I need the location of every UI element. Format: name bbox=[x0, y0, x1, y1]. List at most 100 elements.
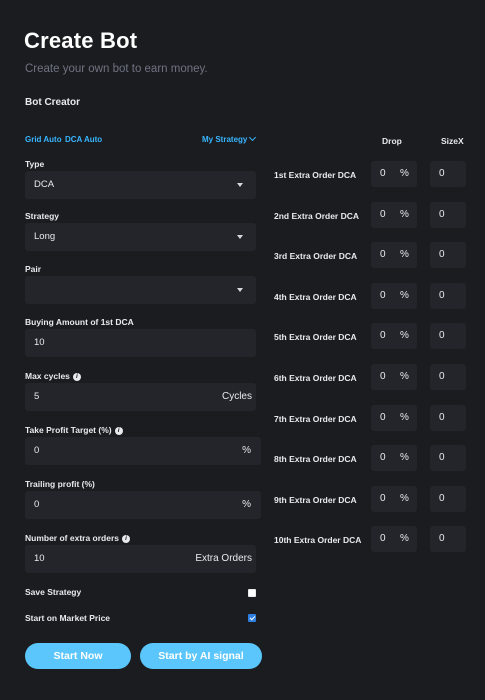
buying-amount-label: Buying Amount of 1st DCA bbox=[25, 317, 134, 327]
caret-down-icon bbox=[237, 288, 243, 292]
drop-value: 0 bbox=[380, 493, 386, 504]
percent-symbol: % bbox=[400, 371, 409, 382]
max-cycles-label-text: Max cycles bbox=[25, 371, 70, 381]
my-strategy-label: My Strategy bbox=[202, 135, 248, 144]
drop-column-header: Drop bbox=[382, 136, 402, 146]
pair-select[interactable] bbox=[25, 276, 256, 304]
drop-value: 0 bbox=[380, 371, 386, 382]
sizex-value: 0 bbox=[439, 412, 445, 423]
drop-input[interactable]: 0% bbox=[371, 242, 417, 268]
sizex-input[interactable]: 0 bbox=[430, 445, 466, 471]
sizex-input[interactable]: 0 bbox=[430, 283, 466, 309]
chevron-down-icon bbox=[249, 133, 257, 142]
drop-value: 0 bbox=[380, 168, 386, 179]
take-profit-label: Take Profit Target (%) i bbox=[25, 425, 123, 436]
extra-order-label: 10th Extra Order DCA bbox=[274, 535, 362, 545]
sizex-value: 0 bbox=[439, 249, 445, 260]
sizex-value: 0 bbox=[439, 209, 445, 220]
extra-orders-value: 10 bbox=[34, 553, 45, 564]
drop-value: 0 bbox=[380, 533, 386, 544]
sizex-value: 0 bbox=[439, 493, 445, 504]
take-profit-input[interactable]: 0 % bbox=[25, 437, 261, 465]
sizex-input[interactable]: 0 bbox=[430, 202, 466, 228]
type-value: DCA bbox=[34, 179, 55, 190]
strategy-label: Strategy bbox=[25, 211, 60, 221]
sizex-input[interactable]: 0 bbox=[430, 405, 466, 431]
section-title: Bot Creator bbox=[25, 97, 81, 108]
drop-input[interactable]: 0% bbox=[371, 202, 417, 228]
percent-symbol: % bbox=[400, 290, 409, 301]
drop-input[interactable]: 0% bbox=[371, 405, 417, 431]
start-now-button[interactable]: Start Now bbox=[25, 643, 131, 669]
extra-order-label: 8th Extra Order DCA bbox=[274, 454, 357, 464]
sizex-value: 0 bbox=[439, 452, 445, 463]
drop-input[interactable]: 0% bbox=[371, 283, 417, 309]
tab-grid-auto[interactable]: Grid Auto bbox=[25, 135, 62, 144]
sizex-value: 0 bbox=[439, 371, 445, 382]
drop-input[interactable]: 0% bbox=[371, 486, 417, 512]
save-strategy-checkbox[interactable] bbox=[248, 589, 256, 597]
drop-input[interactable]: 0% bbox=[371, 364, 417, 390]
drop-input[interactable]: 0% bbox=[371, 323, 417, 349]
info-icon[interactable]: i bbox=[122, 535, 130, 543]
extra-order-label: 9th Extra Order DCA bbox=[274, 495, 357, 505]
sizex-input[interactable]: 0 bbox=[430, 364, 466, 390]
type-label: Type bbox=[25, 159, 45, 169]
pair-label: Pair bbox=[25, 264, 42, 274]
percent-symbol: % bbox=[400, 412, 409, 423]
sizex-input[interactable]: 0 bbox=[430, 486, 466, 512]
buying-amount-input[interactable]: 10 bbox=[25, 329, 256, 357]
drop-input[interactable]: 0% bbox=[371, 526, 417, 552]
buying-amount-value: 10 bbox=[34, 337, 45, 348]
start-ai-signal-button[interactable]: Start by AI signal bbox=[140, 643, 262, 669]
max-cycles-value: 5 bbox=[34, 391, 40, 402]
percent-symbol: % bbox=[400, 168, 409, 179]
sizex-input[interactable]: 0 bbox=[430, 242, 466, 268]
type-select[interactable]: DCA bbox=[25, 171, 256, 199]
extra-order-label: 7th Extra Order DCA bbox=[274, 414, 357, 424]
sizex-value: 0 bbox=[439, 168, 445, 179]
sizex-column-header: SizeX bbox=[441, 136, 464, 146]
info-icon[interactable]: i bbox=[72, 373, 81, 381]
my-strategy-dropdown[interactable]: My Strategy bbox=[202, 133, 257, 144]
percent-symbol: % bbox=[400, 249, 409, 260]
tab-dca-auto[interactable]: DCA Auto bbox=[65, 135, 102, 144]
drop-input[interactable]: 0% bbox=[371, 445, 417, 471]
sizex-input[interactable]: 0 bbox=[430, 323, 466, 349]
strategy-value: Long bbox=[34, 231, 56, 242]
caret-down-icon bbox=[237, 235, 243, 239]
max-cycles-input[interactable]: 5 Cycles bbox=[25, 383, 256, 411]
percent-symbol: % bbox=[400, 330, 409, 341]
take-profit-value: 0 bbox=[34, 445, 40, 456]
extra-order-label: 1st Extra Order DCA bbox=[274, 170, 357, 180]
trailing-profit-label: Trailing profit (%) bbox=[25, 479, 95, 489]
extra-order-label: 3rd Extra Order DCA bbox=[274, 251, 358, 261]
percent-symbol: % bbox=[400, 493, 409, 504]
drop-input[interactable]: 0% bbox=[371, 161, 417, 187]
sizex-input[interactable]: 0 bbox=[430, 161, 466, 187]
sizex-value: 0 bbox=[439, 290, 445, 301]
percent-symbol: % bbox=[400, 452, 409, 463]
start-market-label: Start on Market Price bbox=[25, 613, 111, 623]
extra-orders-input[interactable]: 10 Extra Orders bbox=[25, 545, 256, 573]
trailing-profit-suffix: % bbox=[242, 499, 251, 510]
extra-orders-label-text: Number of extra orders bbox=[25, 533, 119, 543]
page-subtitle: Create your own bot to earn money. bbox=[25, 63, 208, 75]
strategy-select[interactable]: Long bbox=[25, 223, 256, 251]
percent-symbol: % bbox=[400, 533, 409, 544]
drop-value: 0 bbox=[380, 290, 386, 301]
caret-down-icon bbox=[237, 183, 243, 187]
drop-value: 0 bbox=[380, 412, 386, 423]
sizex-value: 0 bbox=[439, 330, 445, 341]
extra-order-label: 6th Extra Order DCA bbox=[274, 373, 357, 383]
max-cycles-suffix: Cycles bbox=[221, 391, 252, 402]
save-strategy-label: Save Strategy bbox=[25, 587, 82, 597]
info-icon[interactable]: i bbox=[114, 427, 123, 435]
extra-order-label: 4th Extra Order DCA bbox=[274, 292, 357, 302]
extra-order-label: 5th Extra Order DCA bbox=[274, 332, 357, 342]
percent-symbol: % bbox=[400, 209, 409, 220]
start-market-checkbox[interactable] bbox=[248, 614, 256, 622]
trailing-profit-input[interactable]: 0 % bbox=[25, 491, 261, 519]
drop-value: 0 bbox=[380, 249, 386, 260]
sizex-input[interactable]: 0 bbox=[430, 526, 466, 552]
